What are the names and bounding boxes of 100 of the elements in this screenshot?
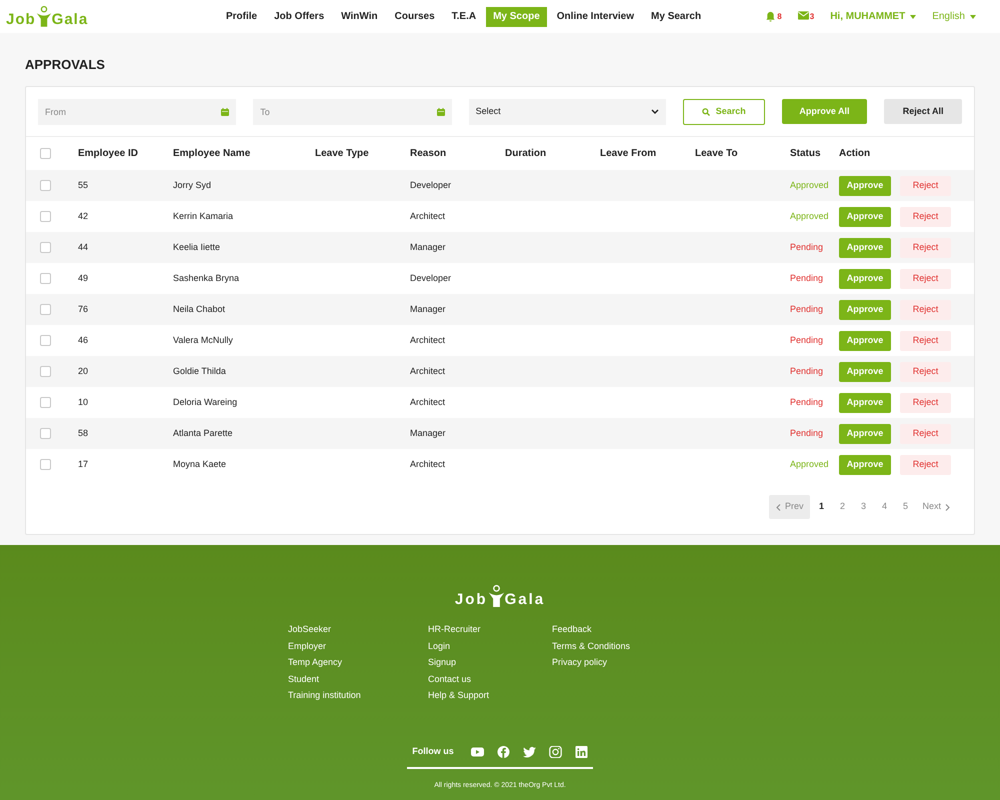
approve-button[interactable]: Approve: [839, 300, 891, 320]
user-menu[interactable]: Hi, MUHAMMET: [830, 9, 916, 24]
date-field[interactable]: To: [253, 98, 452, 124]
reject-button[interactable]: Reject: [900, 454, 951, 474]
nav-link[interactable]: My Search: [644, 6, 708, 26]
approve-button[interactable]: Approve: [839, 238, 891, 258]
footer-link[interactable]: Student: [288, 672, 428, 685]
reject-button[interactable]: Reject: [900, 424, 951, 444]
checkbox[interactable]: [40, 148, 51, 159]
footer-link[interactable]: Terms & Conditions: [552, 640, 652, 652]
table-cell: Moyna Kaete: [173, 458, 226, 469]
page-button[interactable]: 5: [895, 495, 916, 519]
status-text: Pending: [790, 428, 824, 438]
reject-button[interactable]: Reject: [900, 176, 951, 196]
page-button[interactable]: 2: [832, 495, 852, 519]
chevron-down-icon: [650, 109, 659, 114]
table-cell: Jorry Syd: [173, 180, 212, 190]
reject-button[interactable]: Reject: [900, 268, 951, 288]
chevron-left-icon: [776, 504, 781, 510]
checkbox[interactable]: [40, 366, 51, 377]
checkbox[interactable]: [40, 242, 51, 253]
approve-button[interactable]: Approve: [839, 176, 891, 196]
bird-icon[interactable]: [522, 746, 536, 758]
date-field[interactable]: From: [38, 98, 236, 124]
reject-button[interactable]: Reject: [900, 330, 951, 350]
checkbox[interactable]: [40, 304, 51, 315]
search-button[interactable]: Search: [682, 98, 765, 124]
table-cell: 20: [78, 366, 88, 376]
nav-link[interactable]: Profile: [219, 6, 264, 26]
table-cell: Developer: [410, 180, 452, 190]
column-header: Employee Name: [173, 148, 250, 159]
reject-button[interactable]: Reject: [900, 206, 951, 226]
page-button[interactable]: 4: [874, 495, 894, 519]
envelope-icon[interactable]: [798, 10, 809, 20]
approve-button[interactable]: Approve: [839, 330, 891, 350]
table-cell: 76: [78, 304, 88, 314]
footer-link[interactable]: Feedback: [552, 623, 652, 636]
nav-link[interactable]: Job Offers: [267, 6, 332, 26]
chevron-right-icon: [945, 504, 950, 510]
column-header: Leave Type: [315, 148, 369, 159]
facebook-icon[interactable]: [496, 746, 510, 758]
reject-button[interactable]: Reject: [900, 392, 951, 412]
checkbox[interactable]: [40, 397, 51, 408]
checkbox[interactable]: [40, 273, 51, 284]
person-figure-icon: [36, 6, 52, 27]
person-figure-icon: [488, 584, 505, 607]
table-cell: 46: [78, 334, 88, 345]
logo-text: Gala: [504, 592, 546, 607]
approve-button[interactable]: Approve: [839, 206, 891, 226]
checkbox[interactable]: [40, 459, 51, 470]
footer-link[interactable]: Contact us: [428, 672, 552, 685]
status-text: Approved: [790, 458, 829, 469]
footer-link[interactable]: Help & Support: [428, 689, 552, 702]
page-button[interactable]: 3: [853, 495, 874, 519]
status-text: Pending: [790, 304, 824, 314]
approve-all-button[interactable]: Approve All: [782, 99, 868, 124]
nav-link[interactable]: Online Interview: [550, 6, 642, 26]
checkbox[interactable]: [40, 180, 51, 191]
approve-button[interactable]: Approve: [839, 454, 891, 474]
nav-link[interactable]: My Scope: [486, 6, 547, 26]
reject-all-button[interactable]: Reject All: [884, 99, 962, 124]
page-button[interactable]: 1: [811, 495, 832, 519]
footer-link[interactable]: Signup: [428, 656, 552, 668]
reject-button[interactable]: Reject: [900, 300, 951, 320]
footer-link[interactable]: Privacy policy: [552, 656, 652, 668]
status-text: Pending: [790, 334, 824, 345]
checkbox[interactable]: [40, 428, 51, 439]
bell-icon[interactable]: [765, 10, 776, 22]
table-cell: Manager: [410, 428, 446, 438]
approve-button[interactable]: Approve: [839, 392, 891, 412]
footer-link[interactable]: Temp Agency: [288, 656, 428, 668]
linkedin-icon[interactable]: [574, 746, 588, 758]
column-header: Status: [790, 148, 821, 159]
footer-link[interactable]: Training institution: [288, 689, 428, 702]
checkbox[interactable]: [40, 335, 51, 346]
nav-link[interactable]: WinWin: [334, 6, 385, 26]
youtube-icon[interactable]: [470, 746, 484, 758]
nav-link[interactable]: Courses: [388, 6, 442, 26]
reject-button[interactable]: Reject: [900, 238, 951, 258]
approve-button[interactable]: Approve: [839, 362, 891, 382]
approve-button[interactable]: Approve: [839, 424, 891, 444]
camera-icon[interactable]: [548, 746, 562, 758]
table-cell: Architect: [410, 366, 446, 376]
reject-button[interactable]: Reject: [900, 362, 951, 382]
checkbox[interactable]: [40, 211, 51, 222]
approve-button[interactable]: Approve: [839, 268, 891, 288]
message-count: 3: [810, 10, 814, 22]
caret-icon: [970, 14, 976, 18]
logo-text: Gala: [52, 12, 88, 27]
footer-link[interactable]: HR-Recruiter: [428, 623, 552, 636]
nav-link[interactable]: T.E.A: [444, 6, 484, 26]
footer-link[interactable]: Login: [428, 640, 552, 652]
next-page-button[interactable]: Next: [915, 495, 957, 519]
language-menu[interactable]: English: [932, 9, 976, 24]
footer-link[interactable]: JobSeeker: [288, 623, 428, 636]
status-text: Pending: [790, 242, 824, 252]
table-cell: Atlanta Parette: [173, 428, 233, 438]
footer-link[interactable]: Employer: [288, 640, 428, 652]
table-cell: Valera McNully: [173, 334, 233, 345]
select-dropdown[interactable]: Select: [468, 98, 666, 124]
